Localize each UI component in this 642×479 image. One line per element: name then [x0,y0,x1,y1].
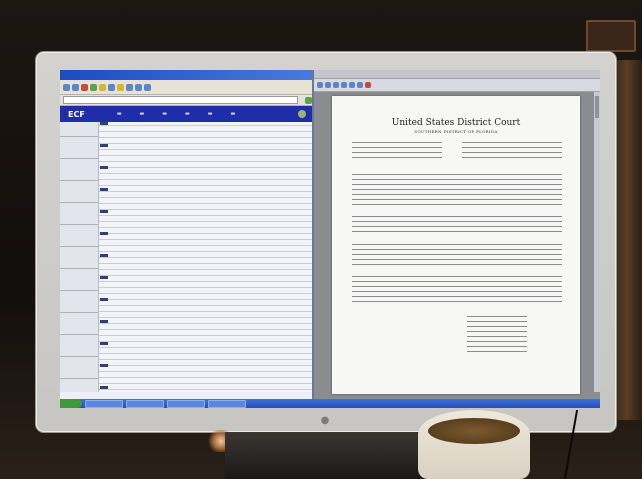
ecf-banner: ECF ▬ ▬ ▬ ▬ ▬ ▬ [60,106,312,122]
mail-icon[interactable] [135,83,142,91]
ecf-menu-item[interactable]: ▬ [230,111,235,117]
go-icon[interactable] [305,96,312,104]
ecf-menu-item[interactable]: ▬ [140,111,145,117]
history-icon[interactable] [126,83,133,91]
browser-title-bar [60,70,312,80]
taskbar [60,399,600,408]
zoom-icon[interactable] [349,82,355,88]
stop-icon[interactable] [81,83,88,91]
print-icon[interactable] [333,82,339,88]
document-body-2 [352,216,562,234]
document-body-1 [352,174,562,208]
taskbar-item[interactable] [85,399,123,408]
docket-date-column [60,122,99,392]
page-icon[interactable] [357,82,363,88]
refresh-icon[interactable] [90,83,97,91]
pdf-title-bar [314,70,600,79]
ecf-menu-item[interactable]: ▬ [162,111,167,117]
ecf-menu-item[interactable]: ▬ [117,111,122,117]
pdf-page-header [338,100,574,106]
ecf-menu-item[interactable]: ▬ [208,111,213,117]
bookshelf [616,60,642,420]
address-input[interactable] [63,96,298,104]
monitor-stand [225,432,425,479]
monitor-screen: ECF ▬ ▬ ▬ ▬ ▬ ▬ United States District C… [60,70,600,408]
open-icon[interactable] [317,82,323,88]
docket-entries-list [60,122,312,392]
taskbar-item[interactable] [167,399,205,408]
case-caption-left [352,142,442,162]
taskbar-item[interactable] [208,399,246,408]
ecf-logo: ECF [68,109,85,119]
pdf-page: United States District Court SOUTHERN DI… [332,96,580,394]
court-subtitle: SOUTHERN DISTRICT OF FLORIDA [414,129,498,134]
document-body-4 [352,276,562,306]
docket-number-column [100,122,108,392]
favorites-icon[interactable] [117,83,124,91]
signature-block [467,316,527,356]
case-caption-right [462,142,562,162]
ecf-menu-item[interactable]: ▬ [185,111,190,117]
monitor-logo: ● [320,415,330,426]
taskbar-item[interactable] [126,399,164,408]
start-button[interactable] [60,399,82,408]
hand-icon[interactable] [341,82,347,88]
pdf-scroll-thumb[interactable] [595,96,599,118]
address-bar [60,95,312,106]
pdf-toolbar [314,79,600,92]
browser-toolbar [60,80,312,95]
pdf-viewer-window: United States District Court SOUTHERN DI… [314,70,600,399]
pdf-scrollbar[interactable] [594,92,600,392]
acrobat-icon[interactable] [365,82,371,88]
court-title: United States District Court [391,118,521,128]
forward-icon[interactable] [72,83,79,91]
home-icon[interactable] [99,83,106,91]
wall-clock [586,20,636,52]
back-icon[interactable] [63,83,70,91]
court-seal-icon [298,110,306,118]
document-body-3 [352,244,562,268]
coffee-liquid [428,418,520,444]
browser-window: ECF ▬ ▬ ▬ ▬ ▬ ▬ [60,70,314,408]
save-icon[interactable] [325,82,331,88]
print-icon[interactable] [144,83,151,91]
search-icon[interactable] [108,83,115,91]
